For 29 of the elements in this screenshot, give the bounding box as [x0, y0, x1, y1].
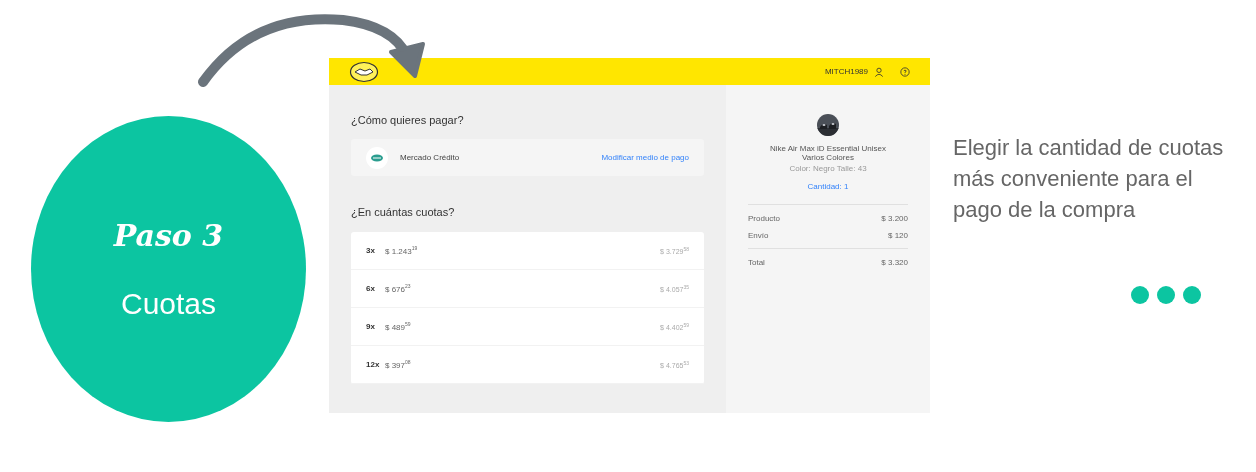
installment-amount: $ 676$^{23}$ [385, 283, 412, 294]
installment-amount: $ 1.243$^{19}$ [385, 245, 419, 256]
step-subtitle: Cuotas [120, 286, 217, 321]
summary-label: Producto [748, 214, 781, 223]
section-heading: ¿Cómo quieres pagar? [351, 114, 465, 126]
installment-amount: $ 489$^{59}$ [385, 321, 412, 332]
change-payment-link[interactable]: Modificar medio de pago [601, 153, 689, 162]
summary-value: $ 3.200 [881, 214, 908, 223]
step-description: Elegir la cantidad de cuotas más conveniente para el pago de la compra [953, 134, 1225, 224]
total-label: Total [748, 258, 765, 267]
installment-count: 9x [366, 322, 376, 331]
installment-count: 3x [366, 246, 376, 255]
installment-amount: $ 397$^{08}$ [385, 359, 412, 370]
product-name: Nike Air Max iD Essential Unisex [769, 144, 886, 153]
more-dots-icon [1130, 285, 1202, 305]
quantity-link[interactable]: Cantidad: 1 [807, 182, 849, 191]
summary-label: Envío [748, 231, 769, 240]
installment-count: 6x [366, 284, 376, 293]
step-title: Paso 3 [113, 217, 224, 253]
product-details: Color: Negro Talle: 43 [789, 164, 867, 173]
section-heading: ¿En cuántas cuotas? [351, 206, 456, 218]
summary-value: $ 120 [887, 231, 908, 240]
product-variant: Varios Colores [802, 153, 854, 162]
total-value: $ 3.320 [881, 258, 908, 267]
help-icon[interactable] [900, 66, 910, 77]
installment-count: 12x [366, 360, 381, 369]
user-icon[interactable] [874, 66, 884, 77]
username[interactable]: MITCH1989 [824, 67, 868, 76]
payment-method: Mercado Crédito [400, 153, 461, 162]
